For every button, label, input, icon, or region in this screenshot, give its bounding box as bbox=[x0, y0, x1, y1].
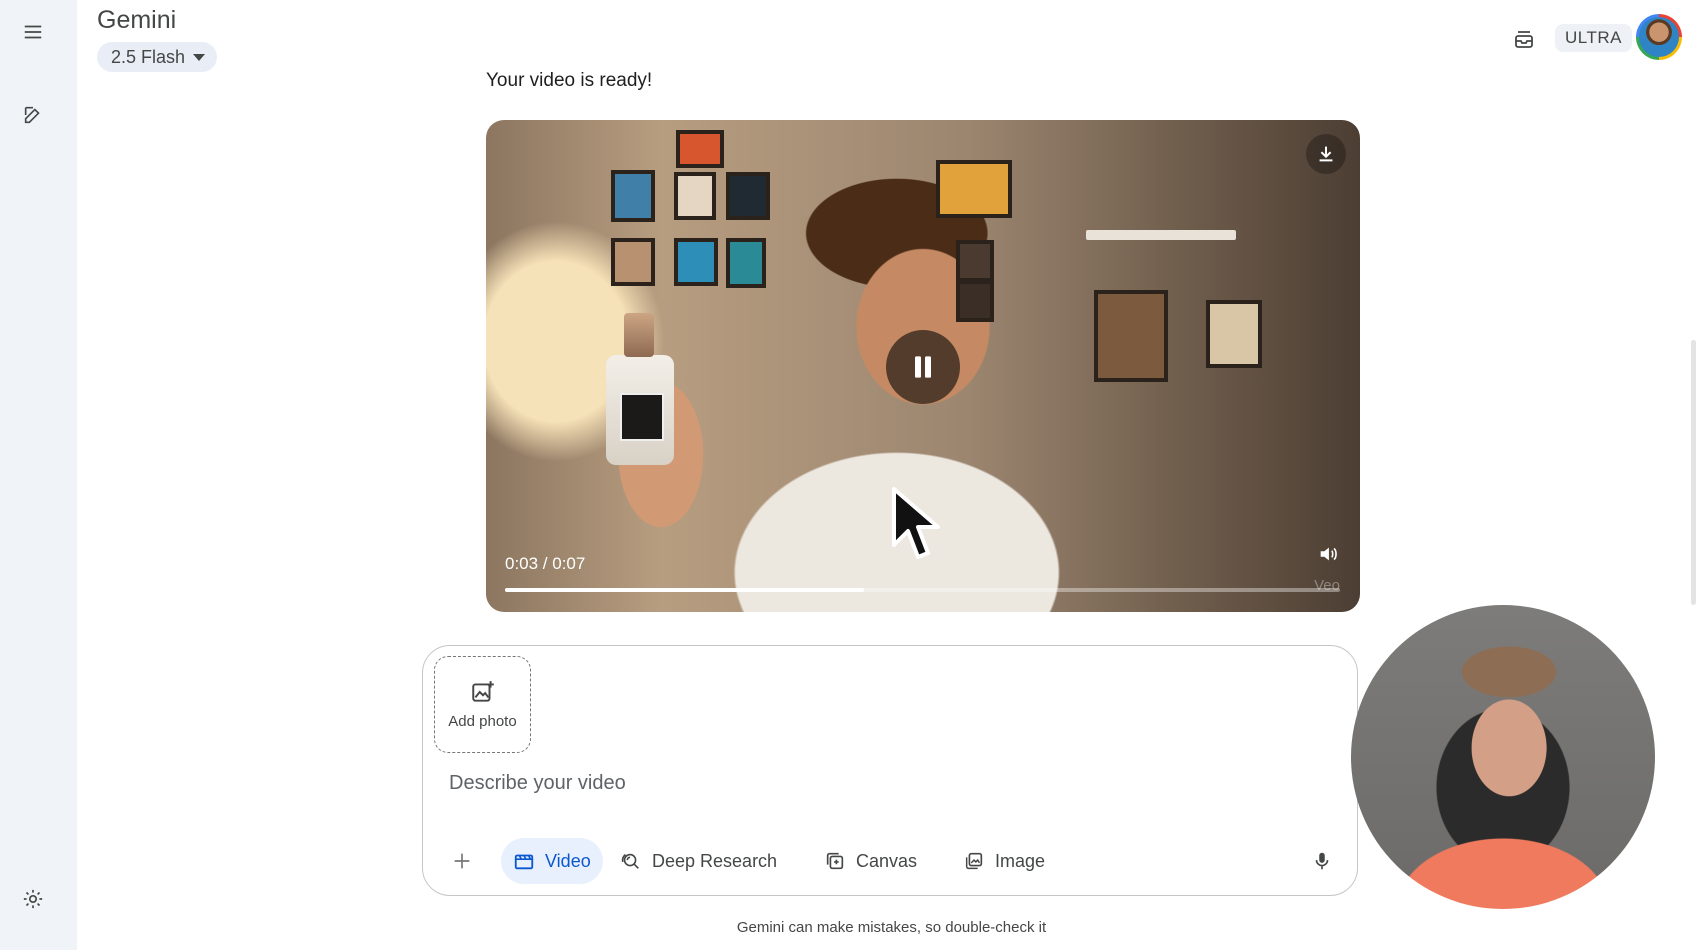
tool-image[interactable]: Image bbox=[951, 838, 1057, 884]
poster-frame bbox=[726, 172, 770, 220]
model-label: 2.5 Flash bbox=[111, 46, 186, 67]
new-chat-icon[interactable] bbox=[14, 96, 52, 134]
plan-badge: ULTRA bbox=[1555, 24, 1632, 52]
poster-frame bbox=[611, 170, 655, 222]
user-avatar[interactable] bbox=[1636, 14, 1682, 60]
prompt-input[interactable] bbox=[447, 771, 1211, 796]
video-time: 0:03 / 0:07 bbox=[505, 554, 586, 573]
video-player[interactable]: 0:03 / 0:07 Veo bbox=[486, 120, 1360, 612]
menu-icon[interactable] bbox=[14, 13, 52, 51]
poster-frame bbox=[956, 280, 994, 322]
add-photo-icon bbox=[471, 681, 494, 702]
webcam-overlay bbox=[1351, 605, 1655, 909]
side-rail bbox=[0, 0, 77, 950]
deep-research-icon bbox=[621, 853, 639, 869]
download-icon[interactable] bbox=[1306, 134, 1346, 174]
microphone-icon[interactable] bbox=[1303, 842, 1341, 880]
app-title: Gemini bbox=[97, 6, 177, 34]
image-icon bbox=[965, 852, 983, 870]
disclaimer: Gemini can make mistakes, so double-chec… bbox=[736, 919, 1047, 936]
inbox-icon[interactable] bbox=[1507, 22, 1541, 56]
poster-frame bbox=[726, 238, 766, 288]
poster-frame bbox=[956, 240, 994, 282]
tool-image-label: Image bbox=[995, 850, 1046, 871]
caret-down-icon bbox=[193, 53, 206, 61]
tool-deep-research-label: Deep Research bbox=[652, 850, 778, 871]
tool-video-label: Video bbox=[545, 850, 591, 871]
video-icon bbox=[514, 854, 534, 870]
model-selector[interactable]: 2.5 Flash bbox=[97, 42, 218, 72]
add-photo-label: Add photo bbox=[448, 713, 517, 730]
add-tools-button[interactable] bbox=[443, 842, 481, 880]
poster-frame bbox=[674, 238, 718, 286]
pause-icon[interactable] bbox=[886, 330, 960, 404]
video-progress-bar[interactable] bbox=[505, 588, 1340, 592]
tool-canvas-label: Canvas bbox=[856, 850, 918, 871]
avatar-image bbox=[1639, 17, 1679, 57]
wall-shelf bbox=[1086, 230, 1236, 240]
prompt-composer: Add photo Video Deep Research Canvas Ima… bbox=[422, 645, 1358, 896]
poster-frame bbox=[1206, 300, 1262, 368]
poster-frame bbox=[936, 160, 1012, 218]
poster-frame bbox=[1094, 290, 1168, 382]
poster-frame bbox=[674, 172, 716, 220]
response-message: Your video is ready! bbox=[486, 70, 653, 91]
tool-deep-research[interactable]: Deep Research bbox=[608, 838, 789, 884]
settings-icon[interactable] bbox=[14, 880, 52, 918]
veo-watermark: Veo bbox=[1314, 577, 1340, 594]
video-progress-fill bbox=[505, 588, 865, 592]
canvas-icon bbox=[826, 852, 844, 870]
scrollbar[interactable] bbox=[1691, 340, 1696, 605]
tool-video[interactable]: Video bbox=[501, 838, 603, 884]
tool-canvas[interactable]: Canvas bbox=[812, 838, 929, 884]
poster-frame bbox=[676, 130, 724, 168]
plus-icon bbox=[454, 853, 470, 869]
add-photo-button[interactable]: Add photo bbox=[434, 656, 531, 753]
composer-toolbar: Video Deep Research Canvas Image bbox=[435, 838, 1345, 884]
volume-icon[interactable] bbox=[1310, 536, 1346, 572]
perfume-bottle bbox=[606, 313, 674, 465]
bottle-label bbox=[620, 393, 664, 441]
poster-frame bbox=[611, 238, 655, 286]
